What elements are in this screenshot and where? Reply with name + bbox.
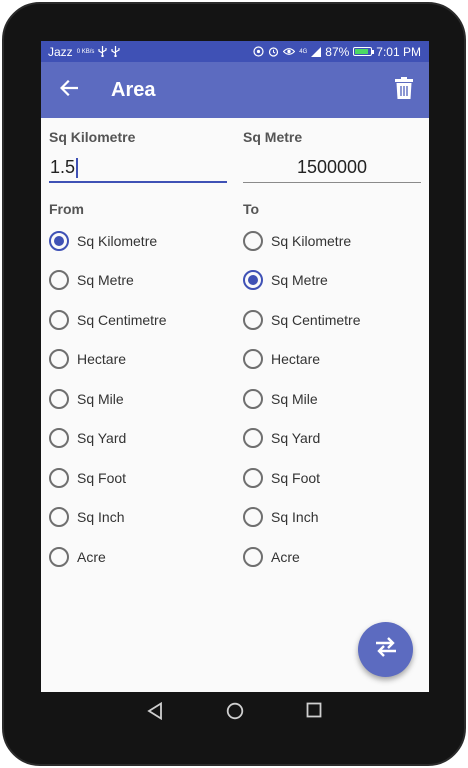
radio-button-icon[interactable] xyxy=(243,546,263,567)
radio-option-label: Acre xyxy=(271,548,300,565)
radio-option-label: Sq Foot xyxy=(271,469,321,486)
from-unit-radio-option[interactable]: Sq Mile xyxy=(49,379,227,419)
radio-button-icon[interactable] xyxy=(49,309,69,330)
status-bar: Jazz 0 KB/s 4G 87% 7:01 PM xyxy=(41,41,429,62)
to-unit-radio-option[interactable]: Sq Metre xyxy=(243,261,421,301)
to-unit-radio-option[interactable]: Sq Foot xyxy=(243,458,421,498)
app-screen: Jazz 0 KB/s 4G 87% 7:01 PM Area Sq Kilom… xyxy=(41,41,429,692)
to-unit-radio-option[interactable]: Sq Mile xyxy=(243,379,421,419)
alarm-icon xyxy=(268,46,279,57)
app-bar: Area xyxy=(41,62,429,118)
from-unit-label: Sq Kilometre xyxy=(49,129,136,145)
from-unit-radio-option[interactable]: Sq Metre xyxy=(49,261,227,301)
radio-button-icon[interactable] xyxy=(243,230,263,251)
to-group-label: To xyxy=(243,201,260,217)
arrow-back-icon xyxy=(59,79,79,101)
swap-units-button[interactable] xyxy=(358,622,413,677)
text-caret xyxy=(76,158,79,178)
usb-debug-icon xyxy=(111,46,120,57)
net-speed: 0 KB/s xyxy=(76,48,95,55)
to-unit-radio-option[interactable]: Sq Centimetre xyxy=(243,300,421,340)
network-type: 4G xyxy=(299,48,308,55)
radio-option-label: Sq Yard xyxy=(271,430,321,447)
radio-button-icon[interactable] xyxy=(243,467,263,488)
radio-button-icon[interactable] xyxy=(49,507,69,528)
to-unit-label: Sq Metre xyxy=(243,129,303,145)
home-circle-icon[interactable] xyxy=(226,702,244,725)
from-unit-radio-option[interactable]: Acre xyxy=(49,537,227,577)
radio-button-icon[interactable] xyxy=(243,349,263,370)
usb-icon xyxy=(98,46,107,57)
to-unit-radio-group: Sq Kilometre Sq Metre Sq Centimetre Hectare… xyxy=(243,221,421,577)
radio-button-icon[interactable] xyxy=(49,546,69,567)
to-value-output[interactable] xyxy=(243,153,421,183)
from-group-label: From xyxy=(49,201,84,217)
radio-option-label: Sq Yard xyxy=(77,430,127,447)
radio-button-icon[interactable] xyxy=(243,388,263,409)
trash-icon xyxy=(395,76,413,104)
radio-option-label: Sq Centimetre xyxy=(271,311,361,328)
radio-option-label: Hectare xyxy=(77,351,127,368)
radio-button-icon[interactable] xyxy=(49,349,69,370)
radio-option-label: Sq Mile xyxy=(77,390,124,407)
clear-button[interactable] xyxy=(379,62,429,118)
clock: 7:01 PM xyxy=(376,44,421,59)
swap-icon xyxy=(374,636,398,663)
eye-icon xyxy=(283,47,296,56)
radio-option-label: Sq Kilometre xyxy=(77,232,158,249)
radio-button-icon[interactable] xyxy=(49,388,69,409)
to-unit-radio-option[interactable]: Sq Yard xyxy=(243,419,421,459)
from-unit-radio-option[interactable]: Sq Centimetre xyxy=(49,300,227,340)
from-unit-radio-option[interactable]: Sq Kilometre xyxy=(49,221,227,261)
from-unit-radio-option[interactable]: Sq Inch xyxy=(49,498,227,538)
radio-option-label: Sq Inch xyxy=(271,509,319,526)
radio-option-label: Sq Mile xyxy=(271,390,318,407)
from-unit-radio-option[interactable]: Sq Yard xyxy=(49,419,227,459)
radio-button-icon[interactable] xyxy=(49,467,69,488)
from-unit-radio-option[interactable]: Hectare xyxy=(49,340,227,380)
recents-square-icon[interactable] xyxy=(306,702,322,723)
radio-button-icon[interactable] xyxy=(243,270,263,291)
radio-option-label: Sq Centimetre xyxy=(77,311,167,328)
radio-button-icon[interactable] xyxy=(49,270,69,291)
radio-button-icon[interactable] xyxy=(243,309,263,330)
back-triangle-icon[interactable] xyxy=(147,701,163,725)
system-nav-bar xyxy=(41,692,429,730)
page-title: Area xyxy=(111,78,156,101)
to-unit-radio-option[interactable]: Acre xyxy=(243,537,421,577)
battery-level xyxy=(355,49,369,54)
radio-option-label: Acre xyxy=(77,548,106,565)
signal-icon xyxy=(311,46,322,57)
battery-icon xyxy=(353,47,375,56)
radio-option-label: Sq Metre xyxy=(271,272,328,289)
from-unit-radio-group: Sq Kilometre Sq Metre Sq Centimetre Hectare… xyxy=(49,221,227,577)
battery-percent: 87% xyxy=(325,44,350,59)
radio-option-label: Sq Inch xyxy=(77,509,125,526)
carrier-name: Jazz xyxy=(48,44,73,59)
to-unit-radio-option[interactable]: Hectare xyxy=(243,340,421,380)
radio-button-icon[interactable] xyxy=(243,507,263,528)
radio-button-icon[interactable] xyxy=(49,230,69,251)
radio-option-label: Sq Foot xyxy=(77,469,127,486)
radio-option-label: Sq Kilometre xyxy=(271,232,352,249)
back-button[interactable] xyxy=(41,62,97,118)
radio-button-icon[interactable] xyxy=(243,428,263,449)
hotspot-icon xyxy=(253,46,264,57)
to-unit-radio-option[interactable]: Sq Kilometre xyxy=(243,221,421,261)
radio-button-icon[interactable] xyxy=(49,428,69,449)
radio-option-label: Hectare xyxy=(271,351,321,368)
from-unit-radio-option[interactable]: Sq Foot xyxy=(49,458,227,498)
radio-option-label: Sq Metre xyxy=(77,272,134,289)
to-unit-radio-option[interactable]: Sq Inch xyxy=(243,498,421,538)
